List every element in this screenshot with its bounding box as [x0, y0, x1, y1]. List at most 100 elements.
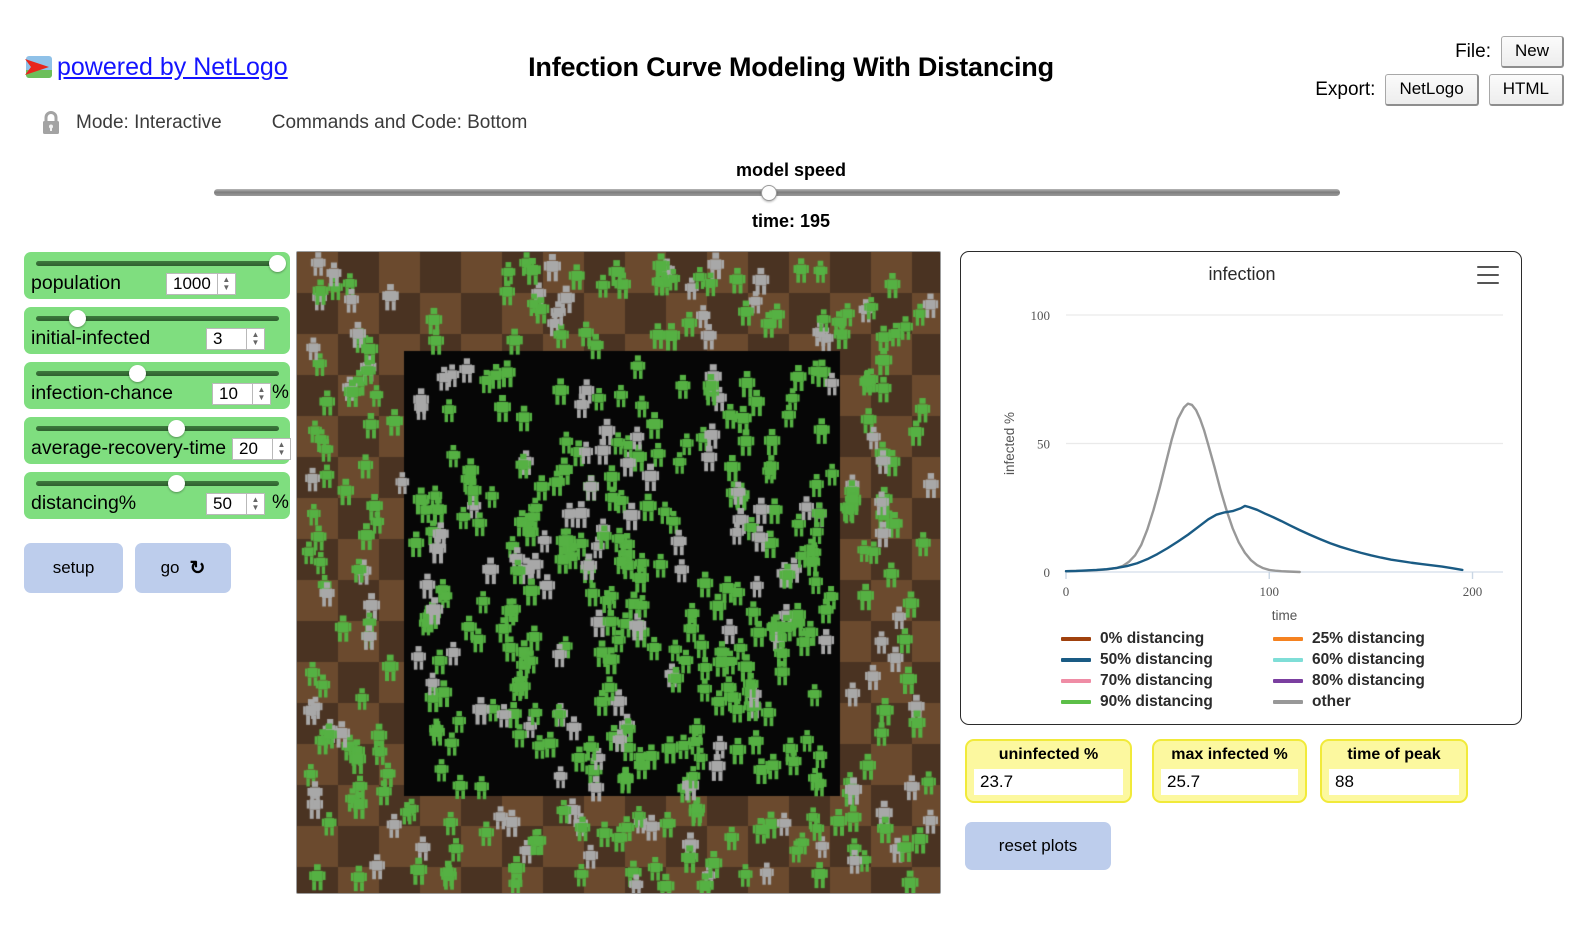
- svg-text:time: time: [1272, 608, 1298, 623]
- svg-text:0: 0: [1063, 584, 1070, 599]
- slider-stepper[interactable]: ▲ ▼: [246, 493, 265, 515]
- go-button[interactable]: go ↻: [135, 543, 231, 593]
- file-label: File:: [1455, 41, 1491, 62]
- slider-track[interactable]: [36, 371, 279, 376]
- legend-label: 90% distancing: [1100, 693, 1213, 710]
- chart-title: infection: [1208, 264, 1276, 284]
- svg-text:0: 0: [1044, 565, 1051, 580]
- simulation-world-view[interactable]: [296, 251, 941, 894]
- lock-icon: [40, 110, 62, 136]
- slider-label: population: [31, 272, 121, 294]
- legend-swatch: [1061, 637, 1091, 641]
- slider-value[interactable]: 50: [206, 493, 246, 515]
- monitor-label: max infected %: [1171, 746, 1288, 763]
- slider-stepper[interactable]: ▲ ▼: [216, 273, 236, 295]
- slider-stepper[interactable]: ▲ ▼: [252, 383, 271, 405]
- slider-value[interactable]: 20: [232, 438, 272, 460]
- monitor-label: time of peak: [1347, 746, 1441, 763]
- mode-row: Mode: Interactive Commands and Code: Bot…: [40, 110, 527, 136]
- chart-plot-area: 0 50 100 0 100 200 time infected %: [961, 287, 1523, 632]
- slider-knob[interactable]: [128, 365, 146, 382]
- legend-swatch: [1273, 700, 1303, 704]
- monitor-value: 23.7: [974, 769, 1123, 795]
- slider-stepper[interactable]: ▲ ▼: [246, 328, 265, 350]
- monitor-uninfected-percent: uninfected % 23.7: [965, 739, 1132, 803]
- slider-average-recovery-time[interactable]: average-recovery-time 20 ▲ ▼: [24, 417, 291, 464]
- legend-item[interactable]: 0% distancing: [1061, 630, 1273, 648]
- legend-swatch: [1061, 679, 1091, 683]
- slider-initial-infected[interactable]: initial-infected 3 ▲ ▼: [24, 307, 290, 354]
- export-html-button[interactable]: HTML: [1488, 74, 1564, 106]
- model-speed-label: model speed: [735, 160, 847, 180]
- slider-unit: %: [272, 492, 289, 513]
- infection-chart-card: infection 0 50 100 0 100 200 time infected % 0%…: [960, 251, 1522, 725]
- go-button-label: go: [160, 558, 180, 577]
- legend-label: other: [1312, 693, 1351, 710]
- slider-label: initial-infected: [31, 327, 151, 349]
- legend-swatch: [1273, 679, 1303, 683]
- monitor-label: uninfected %: [998, 746, 1099, 763]
- slider-value[interactable]: 3: [206, 328, 246, 350]
- slider-knob[interactable]: [268, 255, 286, 272]
- slider-value-field[interactable]: 3 ▲ ▼: [206, 328, 265, 350]
- slider-value-field[interactable]: 20 ▲ ▼: [232, 438, 291, 460]
- slider-value[interactable]: 10: [212, 383, 252, 405]
- slider-label: distancing%: [31, 492, 137, 514]
- slider-unit: %: [272, 382, 289, 403]
- legend-item[interactable]: 60% distancing: [1273, 651, 1485, 669]
- legend-item[interactable]: 70% distancing: [1061, 672, 1273, 690]
- slider-track[interactable]: [36, 261, 279, 266]
- legend-item[interactable]: 25% distancing: [1273, 630, 1485, 648]
- legend-item[interactable]: 50% distancing: [1061, 651, 1273, 669]
- legend-swatch: [1061, 658, 1091, 662]
- legend-item[interactable]: other: [1273, 693, 1485, 711]
- slider-label: infection-chance: [31, 382, 174, 404]
- svg-text:200: 200: [1463, 584, 1483, 599]
- mode-label: Mode: Interactive: [76, 112, 222, 133]
- legend-label: 70% distancing: [1100, 672, 1213, 689]
- chart-legend: 0% distancing 25% distancing 50% distancin…: [1061, 630, 1481, 711]
- slider-population[interactable]: population 1000 ▲ ▼: [24, 252, 290, 299]
- model-speed-knob[interactable]: [761, 185, 778, 201]
- legend-item[interactable]: 80% distancing: [1273, 672, 1485, 690]
- slider-value-field[interactable]: 1000 ▲ ▼: [166, 273, 236, 295]
- reset-plots-button[interactable]: reset plots: [965, 822, 1111, 870]
- monitor-value: 88: [1329, 769, 1459, 795]
- loop-icon: ↻: [189, 557, 206, 579]
- world-canvas[interactable]: [297, 252, 940, 893]
- slider-track[interactable]: [36, 426, 279, 431]
- legend-label: 25% distancing: [1312, 630, 1425, 647]
- legend-item[interactable]: 90% distancing: [1061, 693, 1273, 711]
- export-netlogo-button[interactable]: NetLogo: [1385, 74, 1479, 106]
- commands-label: Commands and Code: Bottom: [271, 112, 528, 133]
- slider-knob[interactable]: [167, 420, 185, 437]
- slider-knob[interactable]: [167, 475, 185, 492]
- new-file-button[interactable]: New: [1500, 36, 1564, 68]
- legend-swatch: [1273, 637, 1303, 641]
- svg-text:100: 100: [1260, 584, 1280, 599]
- tick-counter-label: time: 195: [751, 211, 831, 231]
- slider-knob[interactable]: [69, 310, 87, 327]
- svg-text:infected %: infected %: [1002, 412, 1017, 475]
- legend-label: 80% distancing: [1312, 672, 1425, 689]
- file-controls: File: New: [1455, 36, 1564, 68]
- slider-value[interactable]: 1000: [166, 273, 217, 295]
- slider-track[interactable]: [36, 481, 279, 486]
- slider-distancing%[interactable]: distancing% 50 ▲ ▼%: [24, 472, 290, 519]
- monitor-time-of-peak: time of peak 88: [1320, 739, 1468, 803]
- legend-swatch: [1061, 700, 1091, 704]
- hamburger-menu-icon[interactable]: [1477, 266, 1499, 284]
- parameter-sliders: population 1000 ▲ ▼ initial-infected 3 ▲ ▼ infec…: [24, 252, 291, 527]
- setup-button[interactable]: setup: [24, 543, 123, 593]
- slider-value-field[interactable]: 50 ▲ ▼: [206, 493, 265, 515]
- slider-stepper[interactable]: ▲ ▼: [272, 438, 291, 460]
- monitor-value: 25.7: [1161, 769, 1298, 795]
- svg-text:100: 100: [1031, 308, 1051, 323]
- netlogo-web-app: powered by NetLogo Infection Curve Model…: [0, 0, 1582, 926]
- monitor-max-infected-percent: max infected % 25.7: [1152, 739, 1307, 803]
- slider-infection-chance[interactable]: infection-chance 10 ▲ ▼%: [24, 362, 290, 409]
- export-controls: Export: NetLogo HTML: [1315, 74, 1564, 106]
- slider-value-field[interactable]: 10 ▲ ▼: [212, 383, 271, 405]
- legend-label: 60% distancing: [1312, 651, 1425, 668]
- export-label: Export:: [1315, 79, 1376, 100]
